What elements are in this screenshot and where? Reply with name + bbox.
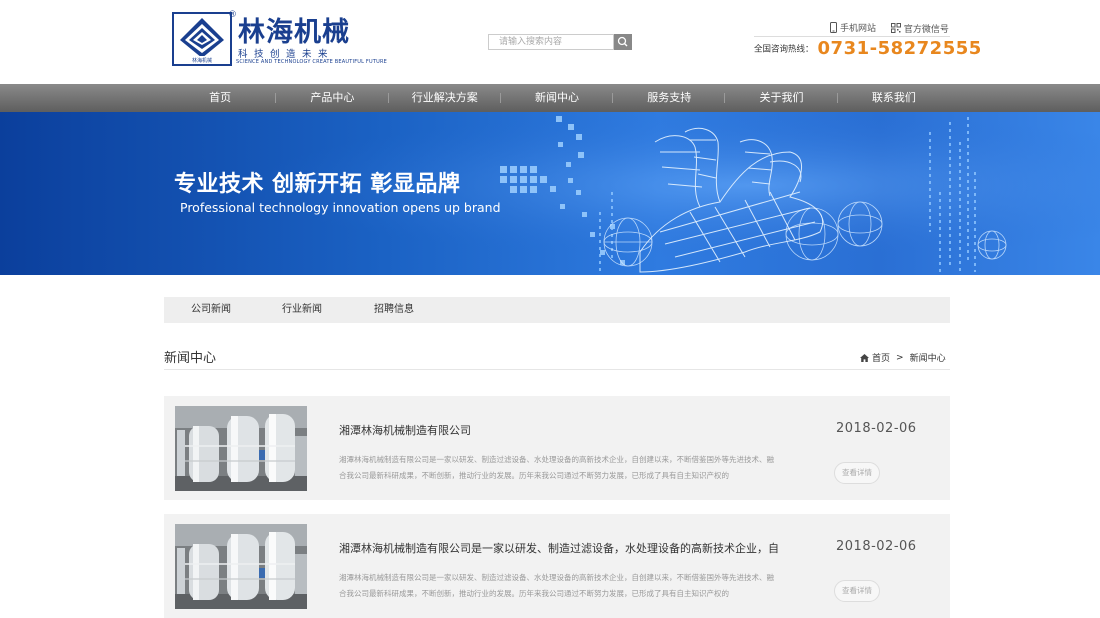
nav-item-news[interactable]: 新闻中心 [501,84,614,112]
nav-item-contact[interactable]: 联系我们 [838,84,950,112]
search-input[interactable] [488,34,614,50]
news-thumbnail[interactable] [175,406,307,491]
view-details-button[interactable]: 查看详情 [834,580,880,602]
wechat-link[interactable]: 官方微信号 [890,22,949,35]
news-summary: 湘潭林海机械制造有限公司是一家以研发、制造过滤设备、水处理设备的高新技术企业，自… [339,455,774,480]
header-links: 手机网站 官方微信号 [830,21,961,36]
hero-banner: 专业技术 创新开拓 彰显品牌 Professional technology i… [0,112,1100,275]
wechat-label: 官方微信号 [903,24,949,35]
tab-company-news[interactable]: 公司新闻 [191,297,231,323]
news-item[interactable]: 湘潭林海机械制造有限公司 湘潭林海机械制造有限公司是一家以研发、制造过滤设备、水… [164,396,950,500]
breadcrumb-separator: > [896,352,904,363]
main-nav: 首页 产品中心 行业解决方案 新闻中心 服务支持 关于我们 联系我们 [0,84,1100,112]
nav-item-solutions[interactable]: 行业解决方案 [389,84,502,112]
home-icon [860,353,869,362]
breadcrumb-current: 新闻中心 [909,354,946,364]
news-item[interactable]: 湘潭林海机械制造有限公司是一家以研发、制造过滤设备，水处理设备的高新技术企业，自… [164,514,950,618]
news-summary: 湘潭林海机械制造有限公司是一家以研发、制造过滤设备、水处理设备的高新技术企业，自… [339,573,774,598]
mobile-site-label: 手机网站 [840,24,877,34]
breadcrumb: 首页 > 新闻中心 [860,351,946,364]
news-title[interactable]: 湘潭林海机械制造有限公司是一家以研发、制造过滤设备，水处理设备的高新技术企业，自… [339,540,779,556]
news-date: 2018-02-06 [836,539,917,554]
site-header: 林海机械 ® 林海机械 科技创造未来 SCIENCE AND TECHNOLOG… [0,0,1100,84]
logo-name: 林海机械 [238,17,350,48]
mobile-site-link[interactable]: 手机网站 [830,21,876,34]
registered-mark: ® [228,10,237,20]
hotline-divider [754,36,950,37]
tab-industry-news[interactable]: 行业新闻 [282,297,322,323]
news-category-tabs: 公司新闻 行业新闻 招聘信息 [164,297,950,323]
search-button[interactable] [614,34,632,50]
logo-slogan: 科技创造未来 [238,49,335,60]
hotline-number[interactable]: 0731-58272555 [818,38,982,59]
qrcode-icon [890,23,901,33]
nav-item-about[interactable]: 关于我们 [725,84,838,112]
banner-slogan-en: Professional technology innovation opens… [180,200,501,215]
equipment-image [175,524,307,609]
site-logo[interactable]: 林海机械 ® 林海机械 科技创造未来 SCIENCE AND TECHNOLOG… [172,10,387,68]
search-box [488,34,632,50]
tab-recruitment[interactable]: 招聘信息 [374,297,414,323]
logo-emblem: 林海机械 [172,12,232,66]
news-date: 2018-02-06 [836,421,917,436]
breadcrumb-home[interactable]: 首页 [872,351,890,364]
news-title[interactable]: 湘潭林海机械制造有限公司 [339,422,779,438]
search-icon [617,36,628,47]
logo-badge-text: 林海机械 [192,57,212,64]
news-thumbnail[interactable] [175,524,307,609]
hotline-label: 全国咨询热线： [754,44,814,55]
view-details-button[interactable]: 查看详情 [834,462,880,484]
hotline: 全国咨询热线： 0731-58272555 [754,38,982,59]
banner-tech-hand-illustration [0,112,1100,275]
nav-item-service[interactable]: 服务支持 [613,84,726,112]
equipment-image [175,406,307,491]
banner-slogan-cn: 专业技术 创新开拓 彰显品牌 [174,172,461,197]
mobile-icon [830,22,837,33]
logo-slogan-en: SCIENCE AND TECHNOLOGY CREATE BEAUTIFUL … [236,59,387,65]
nav-item-products[interactable]: 产品中心 [276,84,389,112]
nav-item-home[interactable]: 首页 [164,84,277,112]
page-title: 新闻中心 [164,351,217,366]
title-divider [164,369,950,370]
